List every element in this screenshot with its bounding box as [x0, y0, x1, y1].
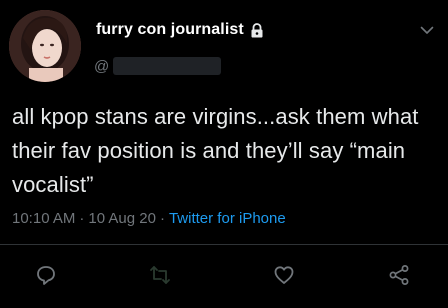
divider [0, 244, 448, 245]
avatar-image [9, 10, 81, 82]
retweet-icon[interactable] [147, 262, 173, 288]
author-display-name[interactable]: furry con journalist [96, 21, 244, 39]
tweet-text: all kpop stans are virgins...ask them wh… [12, 104, 419, 197]
tweet-meta: 10:10 AM · 10 Aug 20 · Twitter for iPhon… [12, 210, 286, 227]
meta-separator: · [79, 210, 85, 227]
author-handle-prefix: @ [94, 57, 110, 75]
reply-icon[interactable] [33, 262, 59, 288]
tweet-time[interactable]: 10:10 AM [12, 210, 75, 227]
lock-icon [250, 22, 264, 38]
tweet-card: furry con journalist @ all kpop stans ar… [0, 0, 448, 308]
action-bar [0, 262, 448, 288]
author-handle-row: @ [94, 55, 222, 77]
handle-redaction [113, 57, 222, 75]
tweet-source[interactable]: Twitter for iPhone [169, 210, 286, 227]
author-name-row: furry con journalist [96, 18, 264, 42]
share-icon[interactable] [386, 262, 412, 288]
meta-separator: · [159, 210, 165, 227]
avatar[interactable] [9, 10, 81, 82]
tweet-date[interactable]: 10 Aug 20 [88, 210, 156, 227]
heart-icon[interactable] [271, 262, 297, 288]
chevron-down-icon[interactable] [420, 22, 434, 40]
